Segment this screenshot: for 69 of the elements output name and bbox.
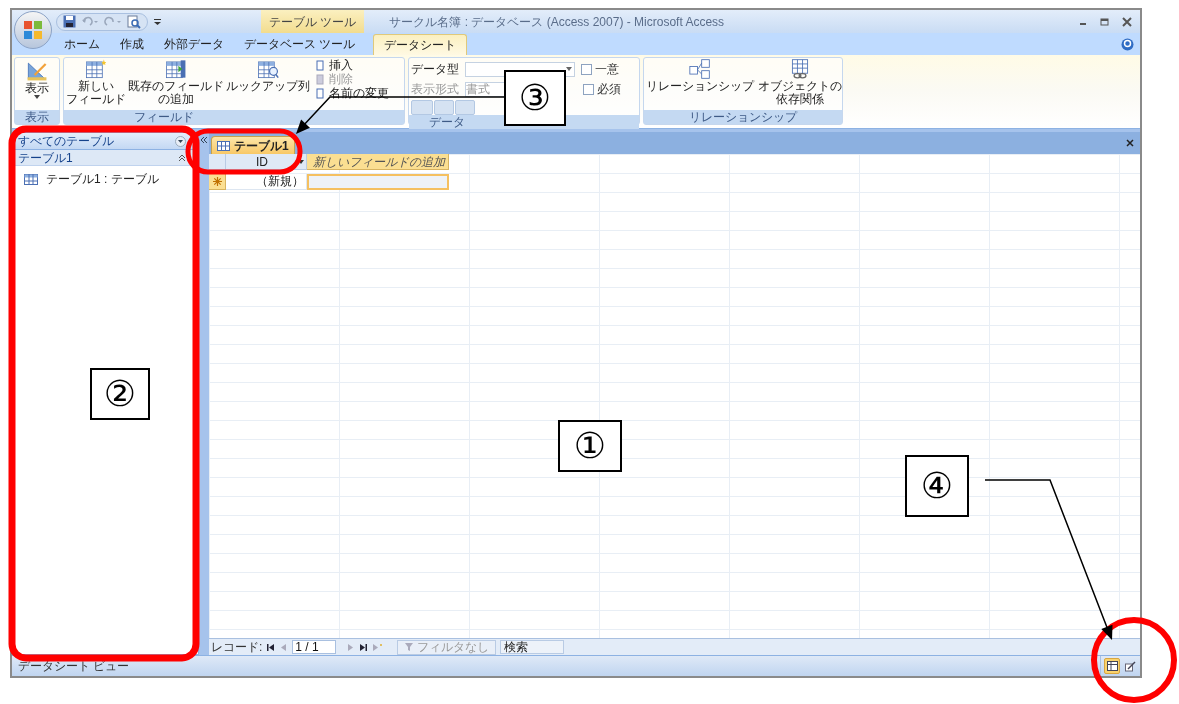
- ribbon-tab[interactable]: データベース ツール: [234, 34, 366, 55]
- column-header[interactable]: 新しいフィールドの追加: [307, 154, 449, 170]
- last-record-icon[interactable]: [359, 642, 369, 652]
- ribbon-button[interactable]: 新しい フィールド: [66, 58, 126, 106]
- field-label: データ型: [411, 61, 460, 78]
- callout-label: ②: [90, 368, 150, 420]
- ribbon-tab[interactable]: 外部データ: [154, 34, 234, 55]
- search-field[interactable]: 検索: [500, 640, 565, 654]
- print-preview-icon[interactable]: [127, 14, 141, 29]
- ribbon-button[interactable]: ルックアップ列: [226, 58, 310, 93]
- ribbon-tab[interactable]: ホーム: [54, 34, 110, 55]
- record-label: レコード:: [211, 639, 263, 656]
- checkbox-label: 一意: [595, 61, 619, 78]
- save-icon[interactable]: [63, 15, 76, 28]
- ribbon-tab[interactable]: 作成: [110, 34, 154, 55]
- help-icon[interactable]: [1121, 37, 1134, 51]
- status-text: データシート ビュー: [18, 658, 130, 675]
- column-icon: [314, 87, 326, 99]
- dropdown-icon: [175, 135, 186, 147]
- table-cell[interactable]: （新規）: [226, 174, 307, 190]
- column-icon: [314, 73, 326, 85]
- ribbon-tab[interactable]: データシート: [373, 34, 468, 55]
- office-logo-icon: [23, 20, 43, 40]
- caret-icon: [298, 159, 304, 164]
- nav-item[interactable]: テーブル1 : テーブル: [14, 170, 198, 188]
- group-label: フィールド: [64, 110, 404, 124]
- table-arrow-icon: [165, 58, 187, 80]
- table-cell[interactable]: [307, 174, 449, 190]
- ribbon-button[interactable]: リレーションシップ: [646, 58, 754, 93]
- design-view-button[interactable]: [1122, 658, 1138, 674]
- table-icon: [24, 173, 38, 185]
- pencil-ruler-icon: [26, 60, 48, 82]
- first-record-icon[interactable]: [266, 642, 276, 652]
- callout-label: ④: [905, 455, 969, 517]
- close-icon[interactable]: [1122, 16, 1132, 27]
- table-icon: [217, 140, 230, 151]
- row-selector[interactable]: [209, 154, 226, 170]
- collapse-icon: [178, 153, 186, 162]
- window-title: サークル名簿 : データベース (Access 2007) - Microsoft Access: [389, 13, 725, 31]
- customize-toolbar-icon[interactable]: [154, 17, 161, 26]
- column-header[interactable]: ID: [226, 154, 307, 170]
- record-number-field[interactable]: 1 / 1: [292, 640, 337, 654]
- contextual-tab-label: テーブル ツール: [269, 13, 357, 31]
- group-label: 表示: [15, 110, 59, 124]
- checkbox-label: 必須: [597, 81, 621, 98]
- linked-tables-icon: [688, 58, 712, 80]
- ribbon-button[interactable]: オブジェクトの 依存関係: [758, 58, 842, 106]
- caret-icon: [566, 67, 572, 71]
- checkbox[interactable]: [581, 63, 592, 75]
- close-icon[interactable]: [1126, 139, 1134, 147]
- view-button[interactable]: 表示: [15, 58, 59, 110]
- ribbon-button[interactable]: 挿入: [314, 58, 389, 72]
- office-button[interactable]: [14, 11, 52, 49]
- column-icon: [314, 59, 326, 71]
- callout-label: ③: [504, 70, 566, 126]
- ribbon-button[interactable]: 既存のフィールド の追加: [128, 58, 224, 106]
- field-label: 表示形式: [411, 81, 460, 98]
- table-magnifier-icon: [257, 58, 279, 80]
- asterisk-icon: [212, 177, 222, 186]
- shutter-icon[interactable]: [200, 136, 208, 144]
- caret-icon: [34, 95, 40, 99]
- funnel-icon: [404, 642, 416, 652]
- table-star-icon: [85, 58, 107, 80]
- document-tab[interactable]: テーブル1: [211, 136, 295, 154]
- datasheet-view-button[interactable]: [1104, 658, 1120, 674]
- checkbox[interactable]: [583, 83, 594, 95]
- group-label: リレーションシップ: [644, 110, 842, 124]
- callout-label: ①: [558, 420, 622, 472]
- restore-icon[interactable]: [1100, 17, 1110, 26]
